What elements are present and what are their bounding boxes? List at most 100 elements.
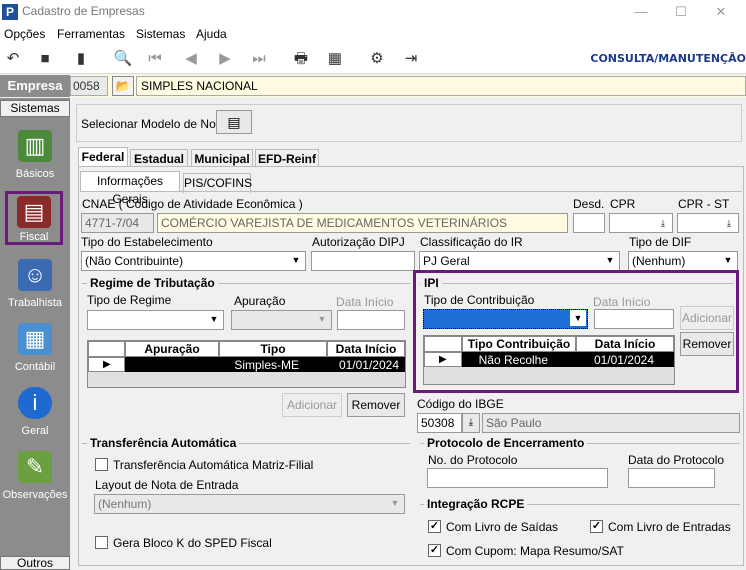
sidebar-item-label: Observações bbox=[2, 489, 68, 501]
download-arrow-icon[interactable]: ⤓ bbox=[462, 413, 480, 433]
minimize-icon[interactable]: — bbox=[626, 2, 656, 22]
regime-add-button[interactable]: Adicionar bbox=[282, 393, 342, 417]
empresa-label: Empresa bbox=[0, 75, 70, 97]
rcpe-saidas-checkbox[interactable]: ✓ bbox=[428, 520, 441, 533]
ibge-label: Código do IBGE bbox=[417, 397, 504, 411]
report-icon[interactable]: ▦ bbox=[324, 49, 346, 69]
protocolo-num-field[interactable] bbox=[427, 468, 608, 488]
menu-ferramentas[interactable]: Ferramentas bbox=[57, 27, 125, 41]
download-arrow-icon[interactable]: ⤓ bbox=[721, 215, 737, 231]
transf-checkbox[interactable] bbox=[95, 458, 108, 471]
regime-col-data[interactable]: Data Início bbox=[327, 341, 405, 357]
fiscal-book-icon: ▤ bbox=[17, 196, 51, 228]
rcpe-entradas-label: Com Livro de Entradas bbox=[608, 520, 731, 534]
ibge-city-field[interactable]: São Paulo bbox=[482, 413, 740, 433]
regime-remove-button[interactable]: Remover bbox=[347, 393, 405, 417]
chevron-down-icon[interactable]: ▼ bbox=[570, 310, 586, 326]
ipi-cell-data[interactable]: 01/01/2024 bbox=[576, 352, 674, 367]
maximize-icon[interactable]: ☐ bbox=[666, 2, 696, 22]
transf-title: Transferência Automática bbox=[87, 436, 240, 450]
sidebar-item-trabalhista[interactable]: ☺ Trabalhista bbox=[0, 259, 70, 319]
regime-cell-data[interactable]: 01/01/2024 bbox=[327, 357, 405, 372]
document-icon[interactable]: ▮ bbox=[70, 49, 92, 69]
tipo-estab-label: Tipo do Estabelecimento bbox=[81, 235, 213, 249]
bloco-k-checkbox[interactable] bbox=[95, 536, 108, 549]
menu-ajuda[interactable]: Ajuda bbox=[196, 27, 227, 41]
chevron-down-icon[interactable]: ▼ bbox=[206, 311, 222, 327]
aut-dipj-field[interactable] bbox=[311, 251, 415, 271]
ipi-remove-button[interactable]: Remover bbox=[680, 332, 734, 356]
sidebar-item-label: Trabalhista bbox=[7, 297, 62, 309]
layout-select[interactable]: (Nenhum) bbox=[94, 494, 405, 514]
ipi-tipo-label: Tipo de Contribuição bbox=[424, 293, 535, 307]
chevron-down-icon[interactable]: ▼ bbox=[720, 252, 736, 268]
ipi-add-button[interactable]: Adicionar bbox=[680, 306, 734, 330]
cpr-st-field[interactable]: ⤓ bbox=[677, 213, 739, 233]
ipi-data-label: Data Início bbox=[593, 295, 651, 309]
download-arrow-icon[interactable]: ⤓ bbox=[655, 215, 671, 231]
empresa-name-field[interactable]: SIMPLES NACIONAL bbox=[136, 76, 746, 96]
empresa-code-field[interactable]: 0058 bbox=[70, 76, 108, 96]
chevron-down-icon[interactable]: ▼ bbox=[387, 495, 403, 511]
ibge-code-field[interactable]: 50308 bbox=[417, 413, 462, 433]
cpr-st-label: CPR - ST bbox=[678, 197, 730, 211]
cnae-code-field[interactable]: 4771-7/04 bbox=[81, 213, 154, 233]
sidebar-footer[interactable]: Outros bbox=[0, 556, 70, 570]
cpr-field[interactable]: ⤓ bbox=[609, 213, 673, 233]
undo-icon[interactable]: ↶ bbox=[2, 49, 24, 69]
print-icon[interactable]: 🖶 bbox=[290, 49, 312, 69]
ipi-col-data[interactable]: Data Início bbox=[576, 336, 674, 352]
next-record-icon[interactable]: ▶ bbox=[214, 49, 236, 69]
chevron-down-icon[interactable]: ▼ bbox=[314, 311, 330, 327]
first-record-icon[interactable]: ⏮ bbox=[144, 49, 166, 69]
regime-col-tipo[interactable]: Tipo bbox=[219, 341, 327, 357]
modelo-label: Selecionar Modelo de Nota bbox=[81, 117, 226, 131]
ipi-cell-tipo[interactable]: Não Recolhe bbox=[462, 352, 576, 367]
regime-cell-tipo[interactable]: Simples-ME bbox=[219, 357, 327, 372]
cnae-description-field[interactable]: COMÉRCIO VAREJISTA DE MEDICAMENTOS VETER… bbox=[157, 213, 568, 233]
stop-icon[interactable]: ■ bbox=[34, 49, 56, 69]
info-icon: i bbox=[18, 387, 52, 419]
sidebar-item-geral[interactable]: i Geral bbox=[0, 387, 70, 447]
subtab-informacoes-gerais[interactable]: Informações Gerais bbox=[80, 171, 180, 206]
aut-dipj-label: Autorização DIPJ bbox=[312, 235, 405, 249]
ipi-tipo-select[interactable] bbox=[423, 309, 588, 329]
tipo-regime-select[interactable] bbox=[87, 310, 224, 330]
tab-federal[interactable]: Federal bbox=[78, 147, 128, 167]
sidebar-item-label: Geral bbox=[21, 425, 49, 437]
ipi-data-field[interactable] bbox=[594, 309, 674, 329]
open-folder-icon[interactable]: 📂 bbox=[112, 76, 134, 96]
row-pointer-icon: ▶ bbox=[424, 352, 462, 367]
menu-sistemas[interactable]: Sistemas bbox=[136, 27, 185, 41]
sidebar-item-label: Fiscal bbox=[19, 231, 49, 243]
close-icon[interactable]: ✕ bbox=[706, 2, 736, 22]
menu-opcoes[interactable]: Opções bbox=[4, 27, 45, 41]
desd-field[interactable] bbox=[573, 213, 605, 233]
preview-icon[interactable]: 🔍 bbox=[112, 49, 134, 69]
subtab-pis-cofins[interactable]: PIS/COFINS bbox=[183, 173, 252, 193]
chevron-down-icon[interactable]: ▼ bbox=[288, 252, 304, 268]
layout-label: Layout de Nota de Entrada bbox=[95, 478, 239, 492]
tipo-estab-select[interactable]: (Não Contribuinte) bbox=[81, 251, 306, 271]
prev-record-icon[interactable]: ◀ bbox=[180, 49, 202, 69]
rcpe-cupom-checkbox[interactable]: ✓ bbox=[428, 544, 441, 557]
rcpe-entradas-checkbox[interactable]: ✓ bbox=[590, 520, 603, 533]
desd-label: Desd. bbox=[573, 197, 605, 211]
protocolo-data-field[interactable] bbox=[628, 468, 715, 488]
regime-data-field[interactable] bbox=[337, 310, 405, 330]
class-ir-select[interactable]: PJ Geral bbox=[419, 251, 620, 271]
sidebar-item-observacoes[interactable]: ✎ Observações bbox=[0, 451, 70, 511]
regime-cell-apuracao[interactable] bbox=[125, 357, 219, 372]
select-model-button[interactable]: ▤ bbox=[216, 110, 252, 134]
ipi-col-tipo[interactable]: Tipo Contribuição bbox=[462, 336, 576, 352]
chevron-down-icon[interactable]: ▼ bbox=[602, 252, 618, 268]
sidebar-item-contabil[interactable]: ▦ Contábil bbox=[0, 323, 70, 383]
tipo-dif-label: Tipo de DIF bbox=[629, 235, 692, 249]
tools-icon[interactable]: ⚙ bbox=[366, 49, 388, 69]
exit-icon[interactable]: ⇥ bbox=[400, 49, 422, 69]
sidebar-item-basicos[interactable]: ▥ Básicos bbox=[0, 130, 70, 190]
sidebar-header[interactable]: Sistemas bbox=[0, 100, 70, 117]
regime-col-apuracao[interactable]: Apuração bbox=[125, 341, 219, 357]
sidebar-item-fiscal[interactable]: ▤ Fiscal bbox=[5, 191, 63, 245]
last-record-icon[interactable]: ⏭ bbox=[248, 49, 270, 69]
